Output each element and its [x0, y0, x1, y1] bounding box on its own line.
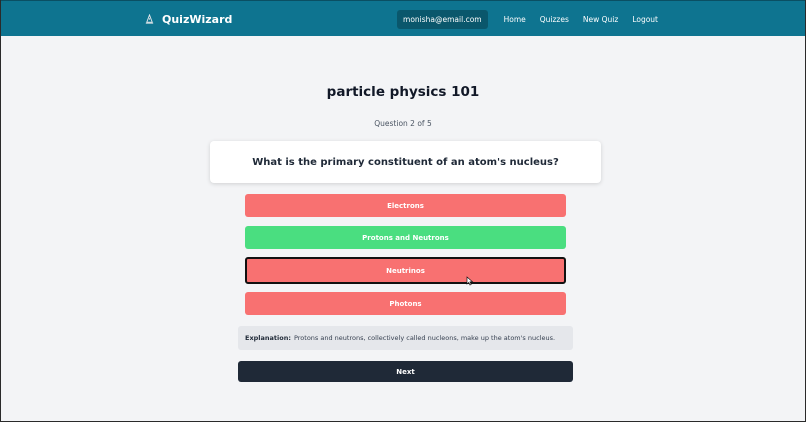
brand[interactable]: QuizWizard [144, 1, 232, 37]
mouse-pointer-icon [466, 276, 474, 286]
nav-new-quiz-link[interactable]: New Quiz [576, 15, 625, 24]
brand-name: QuizWizard [162, 12, 233, 26]
answer-option-label: Protons and Neutrons [362, 233, 449, 242]
answer-option-label: Neutrinos [386, 266, 425, 275]
question-progress: Question 2 of 5 [374, 119, 432, 128]
nav-logout-link[interactable]: Logout [625, 15, 665, 24]
answer-option-neutrinos[interactable]: Neutrinos [245, 257, 566, 284]
nav-menu: monisha@email.com Home Quizzes New Quiz … [397, 1, 665, 37]
explanation-label: Explanation: [245, 334, 291, 342]
nav-quizzes-link[interactable]: Quizzes [533, 15, 576, 24]
answer-option-electrons[interactable]: Electrons [245, 194, 566, 217]
question-card: What is the primary constituent of an at… [210, 141, 601, 183]
next-button-label: Next [396, 367, 415, 376]
next-button[interactable]: Next [238, 361, 573, 382]
answer-option-label: Electrons [387, 201, 424, 210]
explanation-text: Protons and neutrons, collectively calle… [293, 334, 556, 342]
answer-option-label: Photons [389, 299, 422, 308]
quiz-title: particle physics 101 [326, 84, 480, 100]
wizard-hat-icon [145, 13, 154, 24]
answer-option-protons-and-neutrons[interactable]: Protons and Neutrons [245, 226, 566, 249]
navbar: QuizWizard monisha@email.com Home Quizze… [1, 0, 805, 36]
explanation-box: Explanation: Protons and neutrons, colle… [238, 326, 573, 350]
nav-home-link[interactable]: Home [497, 15, 533, 24]
user-email-badge: monisha@email.com [397, 9, 488, 29]
question-text: What is the primary constituent of an at… [252, 156, 559, 168]
answer-option-photons[interactable]: Photons [245, 292, 566, 315]
